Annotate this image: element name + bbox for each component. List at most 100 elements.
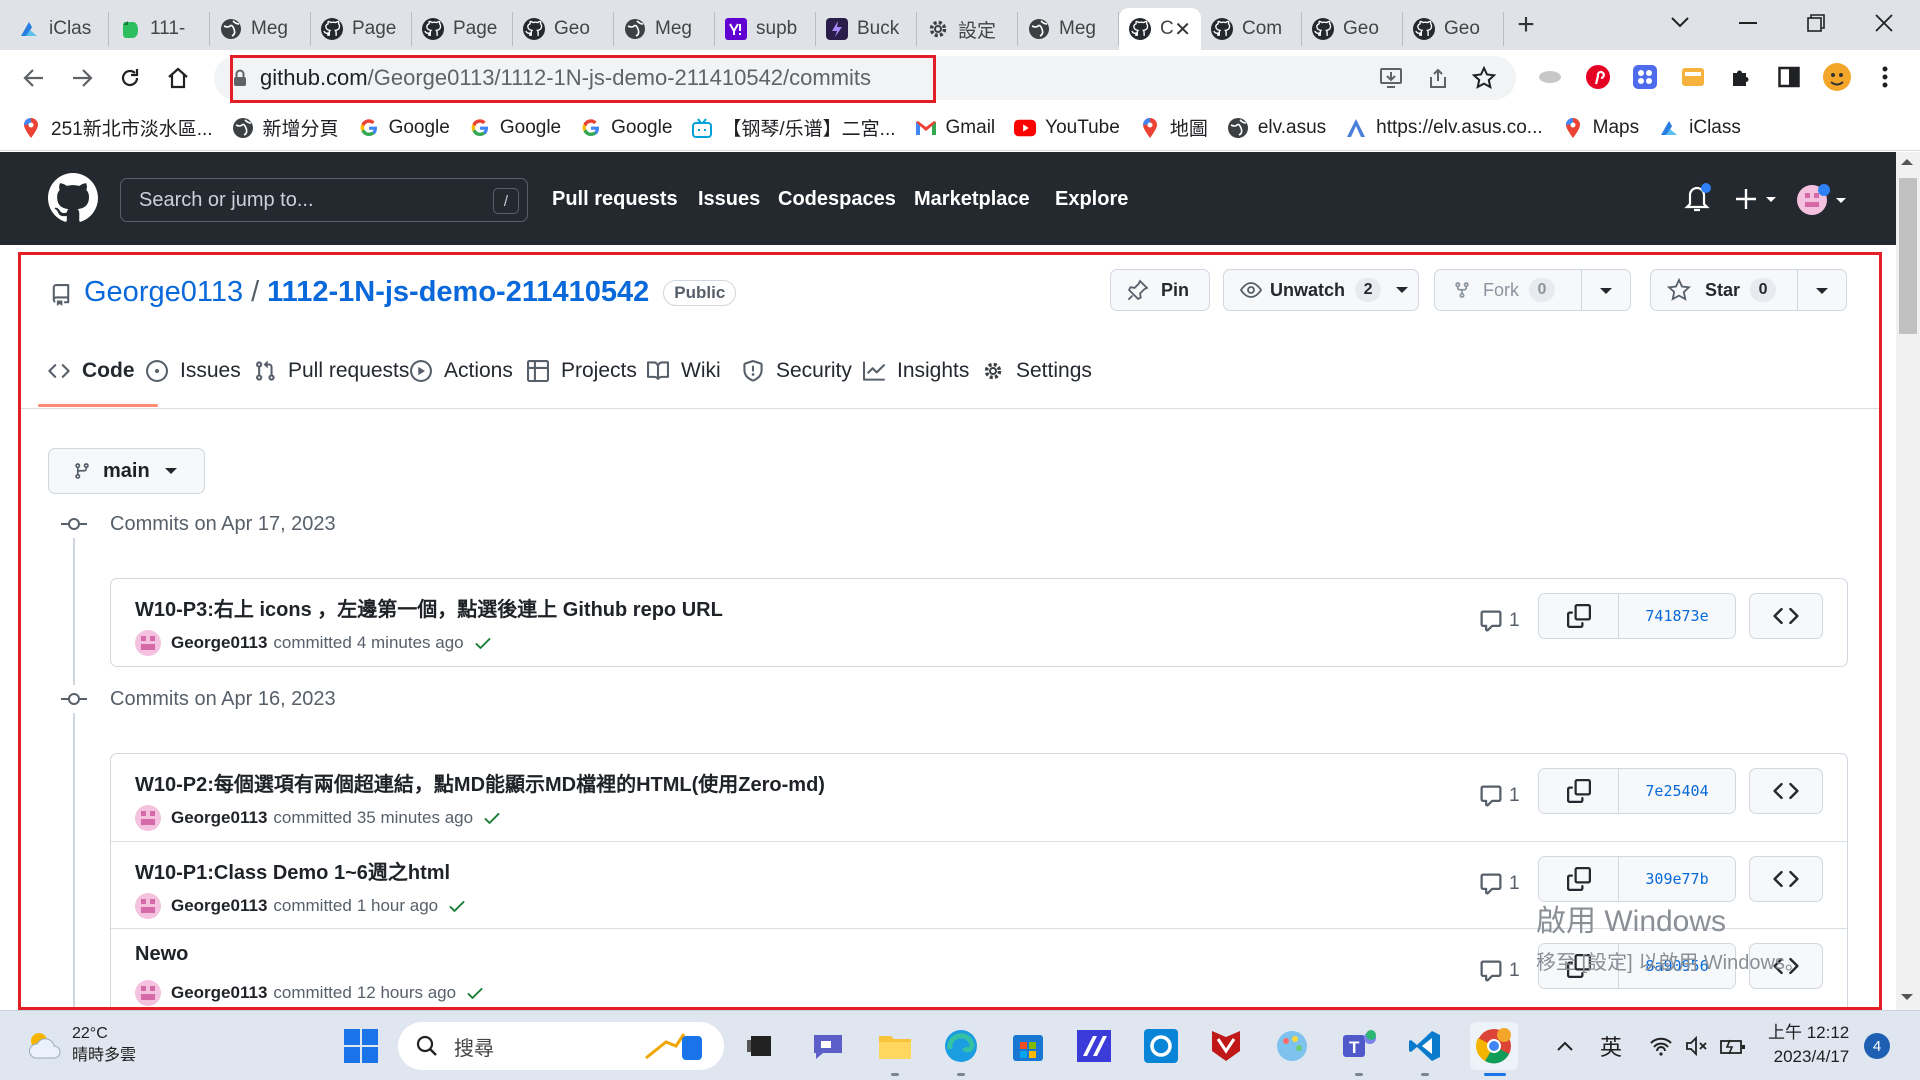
author-avatar[interactable] xyxy=(135,893,161,919)
forward-button[interactable] xyxy=(58,54,106,102)
commit-comments-link[interactable]: 1 xyxy=(1479,872,1520,896)
browser-tab[interactable]: Page xyxy=(311,12,412,46)
tab-code[interactable]: Code xyxy=(48,359,135,383)
chevron-down-icon[interactable] xyxy=(1815,287,1829,295)
browser-tab[interactable]: 設定 xyxy=(917,12,1018,46)
tray-overflow-icon[interactable] xyxy=(1548,1029,1582,1063)
author-avatar[interactable] xyxy=(135,980,161,1006)
author-avatar[interactable] xyxy=(135,805,161,831)
commit-comments-link[interactable]: 1 xyxy=(1479,959,1520,983)
volume-muted-icon[interactable] xyxy=(1680,1029,1714,1063)
tab-search-icon[interactable] xyxy=(1646,0,1714,46)
bookmark-item[interactable]: Maps xyxy=(1562,117,1639,139)
wifi-icon[interactable] xyxy=(1644,1029,1678,1063)
extensions-puzzle-icon[interactable] xyxy=(1726,62,1756,92)
bookmark-item[interactable]: 新增分頁 xyxy=(232,114,339,141)
commit-comments-link[interactable]: 1 xyxy=(1479,784,1520,808)
copy-sha-button[interactable] xyxy=(1539,857,1619,901)
user-avatar-icon[interactable] xyxy=(1796,182,1848,216)
branch-selector[interactable]: main xyxy=(48,448,205,494)
visual-studio-icon[interactable] xyxy=(1073,1025,1115,1067)
star-button[interactable]: Star 0 xyxy=(1650,269,1847,311)
copy-sha-button[interactable] xyxy=(1539,594,1619,638)
pinterest-icon[interactable] xyxy=(1583,62,1613,92)
unwatch-button[interactable]: Unwatch 2 xyxy=(1223,269,1419,311)
github-logo-icon[interactable] xyxy=(48,173,98,223)
bookmark-item[interactable]: elv.asus xyxy=(1227,117,1326,139)
commit-message-link[interactable]: W10-P2:每個選項有兩個超連結，點MD能顯示MD檔裡的HTML(使用Zero… xyxy=(135,768,825,797)
bookmark-item[interactable]: Google xyxy=(358,117,450,139)
share-icon[interactable] xyxy=(1424,64,1452,92)
commit-sha-link[interactable]: 741873e xyxy=(1619,594,1735,638)
browse-repo-button[interactable] xyxy=(1749,768,1823,814)
battery-icon[interactable] xyxy=(1716,1029,1750,1063)
author-avatar[interactable] xyxy=(135,630,161,656)
bookmark-item[interactable]: Google xyxy=(469,117,561,139)
create-new-plus-icon[interactable] xyxy=(1734,186,1778,212)
browser-tab[interactable]: Geo xyxy=(513,12,614,46)
tab-settings[interactable]: Settings xyxy=(982,359,1092,383)
side-panel-icon[interactable] xyxy=(1774,62,1804,92)
tab-wiki[interactable]: Wiki xyxy=(647,359,721,383)
browse-repo-button[interactable] xyxy=(1749,856,1823,902)
task-view-icon[interactable] xyxy=(740,1025,782,1067)
browser-tab[interactable]: Geo xyxy=(1302,12,1403,46)
nav-explore[interactable]: Explore xyxy=(1055,188,1128,211)
scroll-up-arrow-icon[interactable] xyxy=(1900,158,1914,166)
weather-widget[interactable]: 22°C 晴時多雲 xyxy=(26,1023,136,1067)
browser-tab[interactable]: Geo xyxy=(1403,12,1504,46)
github-search-input[interactable]: Search or jump to... / xyxy=(120,178,528,222)
new-tab-button[interactable]: + xyxy=(1504,3,1548,47)
browser-tab[interactable]: Buck xyxy=(816,12,917,46)
bookmark-item[interactable]: Google xyxy=(580,117,672,139)
bookmark-item[interactable]: 地圖 xyxy=(1139,114,1208,141)
home-button[interactable] xyxy=(154,54,202,102)
browse-repo-button[interactable] xyxy=(1749,593,1823,639)
copy-sha-button[interactable] xyxy=(1539,944,1619,988)
commit-author-link[interactable]: George0113 xyxy=(171,896,267,916)
repo-owner-link[interactable]: George0113 xyxy=(84,276,243,309)
page-scrollbar-thumb[interactable] xyxy=(1899,178,1917,334)
teams-icon[interactable]: T xyxy=(1338,1025,1380,1067)
check-icon[interactable] xyxy=(482,808,502,828)
bookmark-item[interactable]: 251新北市淡水區... xyxy=(20,114,213,141)
bookmark-item[interactable]: https://elv.asus.co... xyxy=(1345,117,1543,139)
install-icon[interactable] xyxy=(1377,64,1405,92)
browser-tab[interactable]: 111- xyxy=(109,12,210,46)
mcafee-icon[interactable] xyxy=(1205,1025,1247,1067)
chrome-icon[interactable] xyxy=(1470,1022,1518,1070)
edge-icon[interactable] xyxy=(940,1025,982,1067)
browser-tab[interactable]: Meg xyxy=(1018,12,1119,46)
check-icon[interactable] xyxy=(473,633,493,653)
commit-sha-link[interactable]: 7e25404 xyxy=(1619,769,1735,813)
extension-ghost-icon[interactable] xyxy=(1535,62,1565,92)
commit-author-link[interactable]: George0113 xyxy=(171,808,267,828)
tab-projects[interactable]: Projects xyxy=(527,359,637,383)
commit-comments-link[interactable]: 1 xyxy=(1479,609,1520,633)
browser-tab-active[interactable]: C ✕ xyxy=(1119,8,1201,50)
browser-tab[interactable]: supb xyxy=(715,12,816,46)
minimize-icon[interactable] xyxy=(1714,0,1782,46)
commit-message-link[interactable]: W10-P3:右上 icons ，左邊第一個，點選後連上 Github repo… xyxy=(135,593,723,622)
pin-button[interactable]: Pin xyxy=(1110,269,1210,311)
nav-pull-requests[interactable]: Pull requests xyxy=(552,188,678,211)
commit-author-link[interactable]: George0113 xyxy=(171,633,267,653)
start-windows-icon[interactable] xyxy=(340,1025,382,1067)
commit-message-link[interactable]: Newo xyxy=(135,943,188,966)
copy-sha-button[interactable] xyxy=(1539,769,1619,813)
extension-grid-icon[interactable] xyxy=(1630,62,1660,92)
file-explorer-icon[interactable] xyxy=(874,1025,916,1067)
profile-avatar-icon[interactable] xyxy=(1822,62,1852,92)
commit-sha-link[interactable]: 8a90956 xyxy=(1619,944,1735,988)
notifications-bell-icon[interactable] xyxy=(1682,182,1712,214)
browser-menu-icon[interactable] xyxy=(1870,62,1900,92)
nav-marketplace[interactable]: Marketplace xyxy=(914,188,1030,211)
taskbar-search[interactable]: 搜尋 xyxy=(398,1022,724,1070)
nav-issues[interactable]: Issues xyxy=(698,188,760,211)
browser-tab[interactable]: Page xyxy=(412,12,513,46)
notification-badge[interactable]: 4 xyxy=(1864,1033,1890,1059)
scroll-down-arrow-icon[interactable] xyxy=(1900,993,1914,1001)
tab-insights[interactable]: Insights xyxy=(863,359,969,383)
commit-author-link[interactable]: George0113 xyxy=(171,983,267,1003)
tab-issues[interactable]: Issues xyxy=(146,359,241,383)
